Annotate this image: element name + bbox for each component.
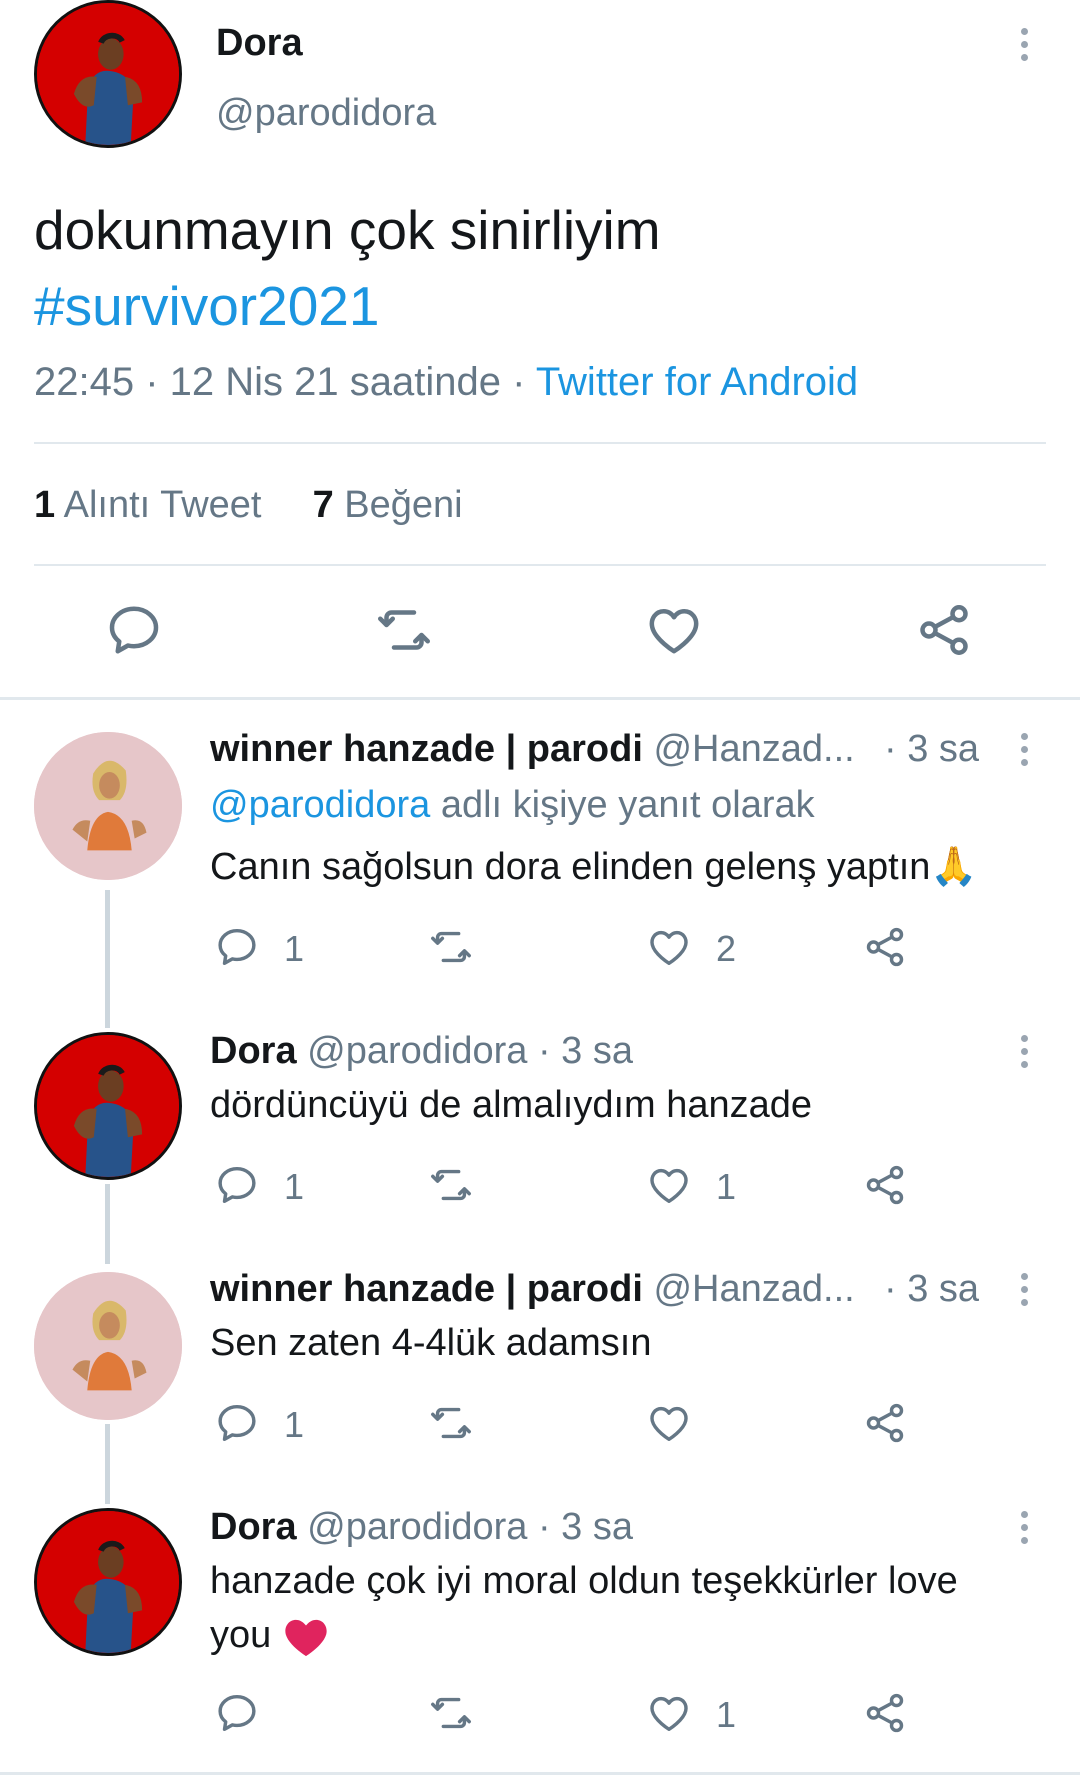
hashtag-link[interactable]: #survivor2021 [34,268,1034,344]
reply-icon[interactable] [214,1690,260,1736]
more-options-icon[interactable] [1017,28,1031,61]
reply-author-name[interactable]: Dora [210,1506,297,1548]
reply-icon[interactable] [104,600,164,660]
reply-text: Sen zaten 4-4lük adamsın [210,1322,652,1364]
like-icon[interactable] [646,1162,692,1208]
section-divider [0,1772,1080,1775]
retweet-icon[interactable] [374,600,434,660]
red-heart-emoji-icon [285,1619,327,1657]
reply-text: hanzade çok iyi moral oldun teşekkürler … [210,1554,1030,1662]
share-icon[interactable] [862,1162,908,1208]
tweet-source-link[interactable]: Twitter for Android [536,360,858,404]
meta-separator: · [500,360,536,404]
reply-author-handle[interactable]: @parodidora [307,1506,527,1548]
reply-time: · 3 sa [537,1030,634,1072]
reply-header: Dora @parodidora · 3 sa [210,1506,633,1549]
reply-text-word: you [210,1614,272,1656]
reply-author-name[interactable]: winner hanzade | parodi [210,1268,643,1310]
more-options-icon[interactable] [1017,1273,1031,1306]
reply-avatar[interactable] [34,1272,182,1420]
reply-author-handle[interactable]: @Hanzad... [653,728,854,770]
more-options-icon[interactable] [1017,733,1031,766]
like-label: Beğeni [344,484,463,526]
tweet-meta: 22:45 · 12 Nis 21 saatinde · Twitter for… [34,360,858,405]
reply-author-name[interactable]: Dora [210,1030,297,1072]
likes-stat[interactable]: 7 Beğeni [313,484,463,526]
quote-tweets-stat[interactable]: 1 Alıntı Tweet [34,484,261,526]
reply-avatar[interactable] [34,732,182,880]
reply-avatar[interactable] [34,1508,182,1656]
reply-author-handle[interactable]: @Hanzad... [653,1268,854,1310]
share-icon[interactable] [914,600,974,660]
like-icon[interactable] [646,1690,692,1736]
thread-line [105,1184,110,1264]
reply-header: Dora @parodidora · 3 sa [210,1030,633,1073]
reply-header: winner hanzade | parodi @Hanzad... [210,728,855,771]
mention-link[interactable]: @parodidora [210,784,430,826]
reply-time: · 3 sa [537,1506,634,1548]
reply-count: 1 [284,928,305,969]
share-icon[interactable] [862,924,908,970]
quote-label: Alıntı Tweet [63,484,262,526]
tweet-stats: 1 Alıntı Tweet 7 Beğeni [34,484,463,527]
reply-text-line: hanzade çok iyi moral oldun teşekkürler … [210,1560,958,1602]
retweet-icon[interactable] [428,1400,474,1446]
replying-to: @parodidora adlı kişiye yanıt olarak [210,784,815,827]
like-count: 7 [312,484,334,526]
tweet-body: dokunmayın çok sinirliyim [34,199,661,261]
reply-author-handle[interactable]: @parodidora [307,1030,527,1072]
divider [34,564,1046,566]
reply-text: Canın sağolsun dora elinden gelenş yaptı… [210,846,978,888]
like-count: 1 [716,1166,737,1207]
reply-header: winner hanzade | parodi @Hanzad... [210,1268,855,1311]
reply-avatar[interactable] [34,1032,182,1180]
reply-text: dördüncüyü de almalıydım hanzade [210,1084,813,1126]
like-icon[interactable] [644,600,704,660]
divider [34,442,1046,444]
author-name[interactable]: Dora [216,22,303,65]
retweet-icon[interactable] [428,1162,474,1208]
retweet-icon[interactable] [428,1690,474,1736]
more-options-icon[interactable] [1017,1511,1031,1544]
like-count: 1 [716,1694,737,1735]
replying-label: adlı kişiye yanıt olarak [440,784,815,826]
like-count: 2 [716,928,737,969]
share-icon[interactable] [862,1400,908,1446]
meta-separator: · [134,360,170,404]
more-options-icon[interactable] [1017,1035,1031,1068]
section-divider [0,697,1080,700]
reply-time: · 3 sa [884,1268,980,1310]
reply-icon[interactable] [214,1162,260,1208]
thread-line [105,1424,110,1504]
reply-author-name[interactable]: winner hanzade | parodi [210,728,643,770]
author-avatar[interactable] [34,0,182,148]
reply-icon[interactable] [214,1400,260,1446]
like-icon[interactable] [646,924,692,970]
author-handle[interactable]: @parodidora [216,92,436,135]
quote-count: 1 [34,484,56,526]
tweet-text: dokunmayın çok sinirliyim #survivor2021 [34,192,1034,344]
tweet-date: 12 Nis 21 saatinde [169,360,501,404]
reply-text-line: you [210,1608,1030,1662]
retweet-icon[interactable] [428,924,474,970]
tweet-time: 22:45 [34,360,135,404]
reply-count: 1 [284,1166,305,1207]
thread-line [105,890,110,1028]
like-icon[interactable] [646,1400,692,1446]
reply-icon[interactable] [214,924,260,970]
reply-count: 1 [284,1404,305,1445]
reply-time: · 3 sa [884,728,980,770]
share-icon[interactable] [862,1690,908,1736]
